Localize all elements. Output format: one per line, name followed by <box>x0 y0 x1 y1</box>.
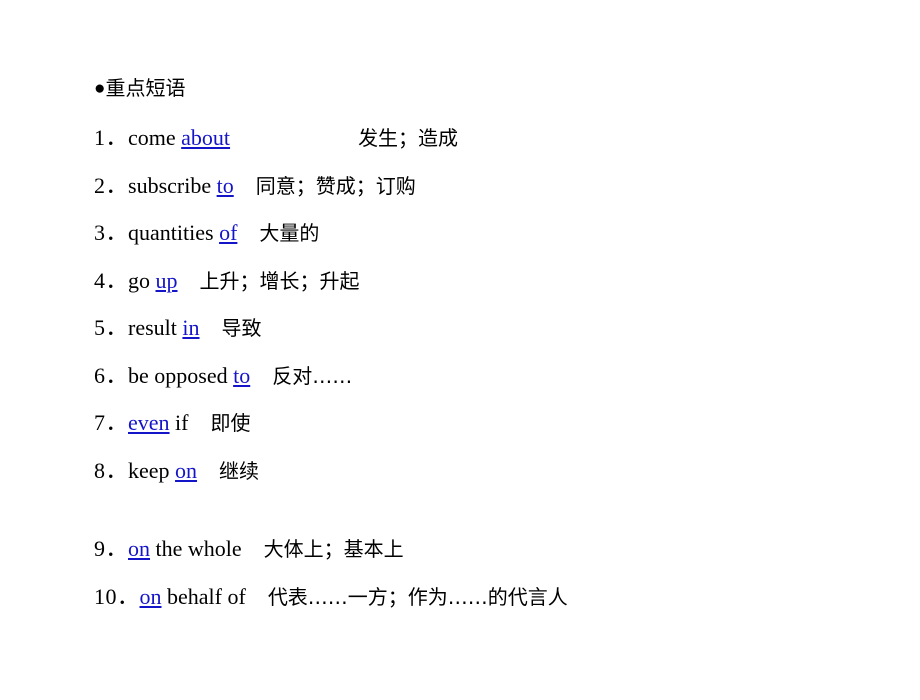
list-item: 2．subscribe to 同意；赞成；订购 <box>94 162 874 210</box>
item-number: 10． <box>94 583 140 609</box>
item-text-before: quantities <box>128 220 220 245</box>
item-translation: 上升；增长；升起 <box>199 268 360 293</box>
item-translation: 继续 <box>219 458 260 483</box>
item-text-before: go <box>128 267 156 293</box>
item-text-before: result <box>128 315 183 340</box>
item-number: 9． <box>94 536 129 561</box>
item-text-after: the whole <box>150 536 242 561</box>
bullet-icon: ● <box>94 78 106 99</box>
item-translation: 反对…… <box>272 363 353 388</box>
item-text-before: subscribe <box>128 172 217 198</box>
item-text-before: come <box>128 125 182 150</box>
item-number: 2． <box>94 172 129 198</box>
item-translation: 代表……一方；作为……的代言人 <box>267 584 568 609</box>
phrase-list: 1．come about 发生；造成 2．subscribe to 同意；赞成；订购… <box>94 114 874 620</box>
list-item: 10．on behalf of 代表……一方；作为……的代言人 <box>94 573 874 621</box>
list-item: 6．be opposed to 反对…… <box>94 352 874 400</box>
list-item: 7．even if 即使 <box>94 399 874 447</box>
item-text-before: keep <box>128 457 176 483</box>
item-keyword: on <box>175 457 198 483</box>
item-keyword: of <box>219 220 238 245</box>
section-heading: ●重点短语 <box>94 74 185 103</box>
item-translation: 同意；赞成；订购 <box>255 173 416 198</box>
list-item: 1．come about 发生；造成 <box>94 114 874 162</box>
list-item: 9．on the whole 大体上；基本上 <box>94 525 874 573</box>
item-keyword: up <box>155 267 178 293</box>
item-translation: 导致 <box>221 316 262 340</box>
item-keyword: in <box>182 315 200 340</box>
item-number: 7． <box>94 410 129 435</box>
item-text-before: be opposed <box>128 362 234 388</box>
item-translation: 发生；造成 <box>358 126 459 150</box>
item-keyword: to <box>233 362 251 388</box>
item-keyword: to <box>216 172 234 198</box>
list-item: 4．go up 上升；增长；升起 <box>94 257 874 305</box>
item-translation: 大量的 <box>259 221 320 245</box>
section-heading-label: 重点短语 <box>105 76 186 100</box>
item-keyword: on <box>139 583 162 609</box>
item-number: 4． <box>94 267 129 293</box>
item-translation: 大体上；基本上 <box>263 537 404 561</box>
list-item: 8．keep on 继续 <box>94 447 874 495</box>
item-number: 6． <box>94 362 129 388</box>
item-number: 1． <box>94 125 129 150</box>
item-keyword: even <box>128 410 170 435</box>
item-number: 8． <box>94 457 129 483</box>
item-number: 3． <box>94 220 129 245</box>
item-text-after: if <box>169 410 189 435</box>
item-text-after: behalf of <box>161 583 246 609</box>
item-translation: 即使 <box>210 411 251 435</box>
slide-canvas: ●重点短语 1．come about 发生；造成 2．subscribe to 同意… <box>0 0 920 700</box>
item-keyword: on <box>128 536 151 561</box>
list-item: 5．result in 导致 <box>94 304 874 352</box>
item-number: 5． <box>94 315 129 340</box>
item-keyword: about <box>181 125 231 150</box>
list-item: 3．quantities of 大量的 <box>94 209 874 257</box>
